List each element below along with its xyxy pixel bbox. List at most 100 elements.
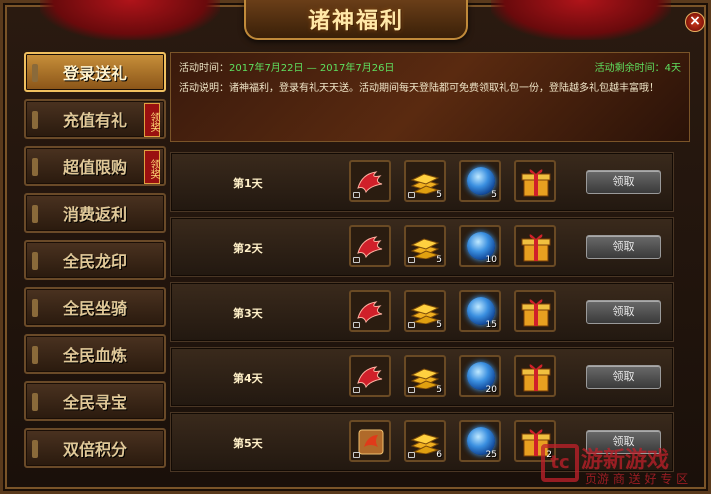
bind-lock-icon [408, 192, 415, 198]
event-remaining-label: 活动剩余时间： [594, 63, 665, 74]
sidebar-item-label: 全民坐骑 [62, 299, 127, 318]
reward-slot-wing[interactable] [349, 290, 391, 332]
reward-badge: 领奖 [144, 150, 160, 184]
reward-slot-gold[interactable]: 6 [404, 420, 446, 462]
event-time: 活动时间：2017年7月22日 — 2017年7月26日 [179, 61, 394, 77]
red-wing-icon [357, 236, 383, 259]
gift-box-icon [521, 169, 551, 197]
reward-slot-wing[interactable] [349, 160, 391, 202]
sidebar-item-label: 全民寻宝 [62, 393, 127, 412]
claim-button[interactable]: 领取 [586, 235, 661, 259]
sidebar-item-blood-refine[interactable]: 全民血炼 [24, 334, 166, 374]
reward-slot-gift[interactable] [514, 355, 556, 397]
watermark-subtext: 页游 商 送 好 专 区 [585, 472, 689, 486]
tab-knob [32, 205, 38, 223]
day-label: 第5天 [233, 437, 263, 450]
item-count: 5 [436, 190, 442, 200]
sidebar-item-spending-rebate[interactable]: 消费返利 [24, 193, 166, 233]
bind-lock-icon [408, 322, 415, 328]
watermark: tc 游新游戏 页游 商 送 好 专 区 [541, 438, 701, 490]
event-time-row: 活动时间：2017年7月22日 — 2017年7月26日 活动剩余时间：4天 [179, 61, 681, 77]
reward-slot-gold[interactable]: 5 [404, 355, 446, 397]
bind-lock-icon [408, 257, 415, 263]
red-wing-icon [357, 366, 383, 389]
event-remaining-value: 4天 [664, 63, 681, 74]
close-button[interactable]: × [685, 12, 705, 32]
tab-knob [32, 111, 38, 129]
event-time-label: 活动时间： [179, 63, 229, 74]
item-count: 20 [485, 385, 497, 395]
red-wing-icon [357, 301, 383, 324]
reward-slot-gift[interactable] [514, 160, 556, 202]
red-wing-icon [357, 171, 383, 194]
gift-box-icon [521, 299, 551, 327]
reward-slot-wing[interactable] [349, 225, 391, 267]
item-count: 25 [485, 450, 497, 460]
tab-knob [32, 64, 38, 82]
bind-lock-icon [353, 452, 360, 458]
claim-button[interactable]: 领取 [586, 365, 661, 389]
right-curtain [491, 0, 671, 40]
reward-row: 第2天 5 10 领取 [170, 217, 674, 277]
day-label: 第2天 [233, 242, 263, 255]
item-count: 5 [436, 255, 442, 265]
sidebar-item-label: 全民血炼 [62, 346, 127, 365]
item-count: 5 [491, 190, 497, 200]
sidebar-item-dragon-seal[interactable]: 全民龙印 [24, 240, 166, 280]
reward-slot-gold[interactable]: 5 [404, 225, 446, 267]
reward-slot-gold[interactable]: 5 [404, 160, 446, 202]
tab-knob [32, 158, 38, 176]
event-remaining: 活动剩余时间：4天 [595, 61, 681, 77]
sidebar-item-recharge-gift[interactable]: 充值有礼 领奖 [24, 99, 166, 139]
watermark-logo: tc [541, 444, 579, 482]
event-description: 活动说明：诸神福利，登录有礼天天送。活动期间每天登陆都可免费领取礼包一份，登陆越… [179, 83, 659, 94]
reward-slot-orb[interactable]: 25 [459, 420, 501, 462]
reward-slot-gift[interactable] [514, 290, 556, 332]
sidebar-item-mount[interactable]: 全民坐骑 [24, 287, 166, 327]
event-info-panel: 活动时间：2017年7月22日 — 2017年7月26日 活动剩余时间：4天 活… [170, 52, 690, 142]
reward-slot-orb[interactable]: 20 [459, 355, 501, 397]
sidebar-item-limited-purchase[interactable]: 超值限购 领奖 [24, 146, 166, 186]
bind-lock-icon [408, 452, 415, 458]
sidebar-item-label: 消费返利 [62, 205, 127, 224]
reward-slot-gift[interactable] [514, 225, 556, 267]
reward-slot-gold[interactable]: 5 [404, 290, 446, 332]
item-count: 6 [436, 450, 442, 460]
bind-lock-icon [353, 322, 360, 328]
reward-slot-orb[interactable]: 10 [459, 225, 501, 267]
reward-slot-scroll[interactable] [349, 420, 391, 462]
tab-knob [32, 393, 38, 411]
tab-knob [32, 299, 38, 317]
sidebar: 登录送礼 充值有礼 领奖 超值限购 领奖 消费返利 全民龙印 全民坐骑 全民血炼… [24, 52, 166, 475]
sidebar-item-label: 登录送礼 [62, 64, 127, 83]
event-time-value: 2017年7月22日 — 2017年7月26日 [229, 63, 395, 74]
item-count: 15 [485, 320, 497, 330]
item-count: 5 [436, 320, 442, 330]
reward-slot-orb[interactable]: 15 [459, 290, 501, 332]
day-label: 第4天 [233, 372, 263, 385]
reward-row: 第4天 5 20 领取 [170, 347, 674, 407]
bind-lock-icon [353, 387, 360, 393]
reward-list: 第1天 5 5 领取 第2天 5 10 领取 第3天 5 15 领取 第4天 5… [170, 152, 674, 477]
item-count: 10 [485, 255, 497, 265]
bind-lock-icon [408, 387, 415, 393]
tab-knob [32, 252, 38, 270]
title-plate: 诸神福利 [244, 0, 468, 40]
window-title: 诸神福利 [307, 8, 404, 34]
sidebar-item-login-gift[interactable]: 登录送礼 [24, 52, 166, 92]
sidebar-item-double-points[interactable]: 双倍积分 [24, 428, 166, 468]
sidebar-item-label: 充值有礼 [62, 111, 127, 130]
scroll-icon [358, 429, 384, 455]
claim-button[interactable]: 领取 [586, 170, 661, 194]
item-count: 5 [436, 385, 442, 395]
sidebar-item-treasure-hunt[interactable]: 全民寻宝 [24, 381, 166, 421]
sidebar-item-label: 双倍积分 [62, 440, 127, 459]
reward-row: 第1天 5 5 领取 [170, 152, 674, 212]
reward-slot-wing[interactable] [349, 355, 391, 397]
tab-knob [32, 440, 38, 458]
sidebar-item-label: 超值限购 [62, 158, 127, 177]
claim-button[interactable]: 领取 [586, 300, 661, 324]
gift-box-icon [521, 364, 551, 392]
reward-row: 第3天 5 15 领取 [170, 282, 674, 342]
reward-slot-orb[interactable]: 5 [459, 160, 501, 202]
